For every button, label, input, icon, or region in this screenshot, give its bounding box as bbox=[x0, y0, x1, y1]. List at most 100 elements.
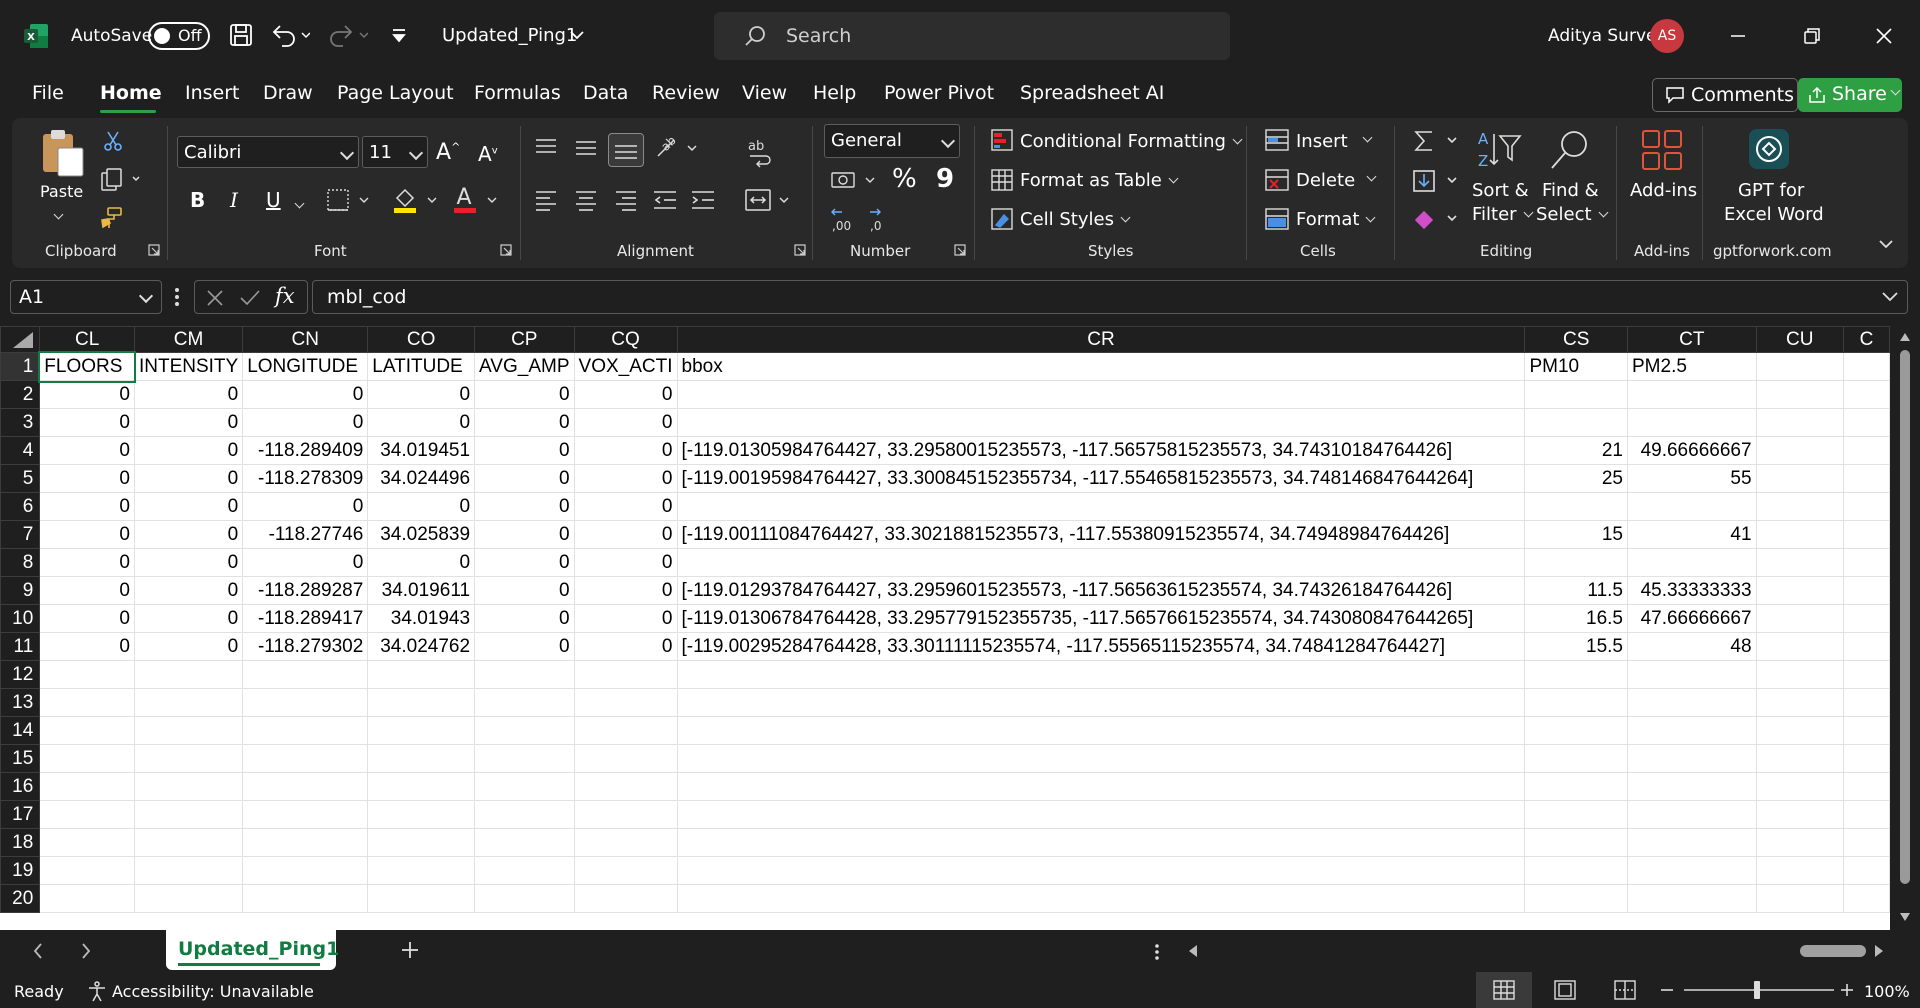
autosave-toggle[interactable]: Off bbox=[148, 22, 210, 50]
cell[interactable]: 0 bbox=[573, 492, 678, 521]
cell[interactable]: 0 bbox=[474, 576, 575, 605]
tab-formulas[interactable]: Formulas bbox=[474, 82, 561, 104]
cell[interactable]: LONGITUDE bbox=[242, 352, 369, 381]
gpt-for-excel-icon[interactable] bbox=[1748, 128, 1790, 170]
cell[interactable] bbox=[1755, 408, 1844, 437]
cell[interactable]: 0 bbox=[474, 436, 575, 465]
cell-styles-icon[interactable] bbox=[990, 207, 1014, 231]
cell[interactable] bbox=[1842, 772, 1890, 801]
cell[interactable] bbox=[1842, 744, 1890, 773]
format-painter-icon[interactable] bbox=[100, 206, 124, 230]
cell[interactable] bbox=[676, 828, 1526, 857]
gpt-label1[interactable]: GPT for bbox=[1738, 180, 1804, 201]
conditional-formatting-icon[interactable] bbox=[990, 128, 1014, 152]
cell[interactable] bbox=[1627, 688, 1757, 717]
insert-cells-icon[interactable] bbox=[1264, 128, 1290, 152]
cell[interactable]: 0 bbox=[242, 492, 369, 521]
cell[interactable]: 21 bbox=[1524, 436, 1628, 465]
row-header[interactable]: 20 bbox=[0, 884, 41, 913]
cell[interactable]: 0 bbox=[133, 520, 244, 549]
cell[interactable] bbox=[1627, 380, 1757, 409]
row-header[interactable]: 11 bbox=[0, 632, 41, 661]
cell[interactable]: 0 bbox=[474, 492, 575, 521]
cell[interactable] bbox=[1755, 884, 1844, 913]
cell[interactable] bbox=[367, 660, 476, 689]
cell[interactable] bbox=[367, 828, 476, 857]
cell[interactable] bbox=[1627, 492, 1757, 521]
tab-help[interactable]: Help bbox=[813, 82, 856, 104]
column-header[interactable]: CP bbox=[474, 326, 575, 353]
find-select-button[interactable]: Select bbox=[1536, 204, 1608, 225]
tab-page-layout[interactable]: Page Layout bbox=[337, 82, 454, 104]
cell[interactable] bbox=[676, 492, 1526, 521]
cell[interactable]: 55 bbox=[1627, 464, 1757, 493]
cell[interactable]: 0 bbox=[39, 436, 135, 465]
cell[interactable] bbox=[242, 800, 369, 829]
minimize-icon[interactable] bbox=[1728, 26, 1748, 46]
cell[interactable] bbox=[133, 660, 244, 689]
fill-icon[interactable] bbox=[1412, 168, 1458, 194]
cell[interactable]: 0 bbox=[573, 464, 678, 493]
share-button[interactable]: Share bbox=[1798, 78, 1902, 112]
cell[interactable] bbox=[367, 856, 476, 885]
cell[interactable] bbox=[1524, 380, 1628, 409]
cell[interactable] bbox=[242, 884, 369, 913]
cell[interactable]: 47.66666667 bbox=[1627, 604, 1757, 633]
find-select-icon[interactable] bbox=[1546, 128, 1592, 172]
cell[interactable] bbox=[242, 856, 369, 885]
row-header[interactable]: 17 bbox=[0, 800, 41, 829]
cell[interactable]: 0 bbox=[133, 492, 244, 521]
cell[interactable] bbox=[573, 716, 678, 745]
cell[interactable] bbox=[1755, 856, 1844, 885]
cell[interactable] bbox=[1755, 576, 1844, 605]
cell[interactable]: 0 bbox=[39, 464, 135, 493]
tab-review[interactable]: Review bbox=[652, 82, 720, 104]
row-header[interactable]: 14 bbox=[0, 716, 41, 745]
accessibility-status[interactable]: Accessibility: Unavailable bbox=[112, 982, 314, 1001]
cell[interactable] bbox=[474, 828, 575, 857]
cell[interactable]: 48 bbox=[1627, 632, 1757, 661]
cell[interactable] bbox=[676, 884, 1526, 913]
cell[interactable] bbox=[676, 856, 1526, 885]
decrease-indent-icon[interactable] bbox=[652, 188, 678, 212]
cell[interactable] bbox=[1627, 800, 1757, 829]
cell[interactable] bbox=[573, 828, 678, 857]
cell[interactable] bbox=[1627, 772, 1757, 801]
cell[interactable] bbox=[39, 856, 135, 885]
zoom-slider-thumb[interactable] bbox=[1754, 981, 1760, 999]
cell[interactable] bbox=[242, 688, 369, 717]
file-name[interactable]: Updated_Ping1 bbox=[442, 25, 577, 46]
cell[interactable] bbox=[39, 828, 135, 857]
cell[interactable] bbox=[1524, 660, 1628, 689]
column-header[interactable]: CO bbox=[367, 326, 476, 353]
cell[interactable]: -118.278309 bbox=[242, 464, 369, 493]
increase-decimal-icon[interactable]: ,00 bbox=[830, 204, 860, 234]
cell[interactable] bbox=[367, 716, 476, 745]
cell[interactable]: 0 bbox=[242, 380, 369, 409]
increase-font-size-icon[interactable]: A^ bbox=[436, 140, 460, 165]
format-cells-button[interactable]: Format bbox=[1296, 209, 1376, 230]
number-format-dropdown[interactable]: General bbox=[824, 124, 960, 158]
cell[interactable] bbox=[1842, 800, 1890, 829]
cell[interactable] bbox=[39, 744, 135, 773]
comments-button[interactable]: Comments bbox=[1652, 78, 1798, 112]
cell[interactable] bbox=[573, 688, 678, 717]
cell[interactable]: -118.279302 bbox=[242, 632, 369, 661]
format-as-table-icon[interactable] bbox=[990, 168, 1014, 192]
cell[interactable] bbox=[1524, 716, 1628, 745]
cell[interactable]: 15 bbox=[1524, 520, 1628, 549]
cell[interactable]: 0 bbox=[133, 436, 244, 465]
row-header[interactable]: 16 bbox=[0, 772, 41, 801]
tab-draw[interactable]: Draw bbox=[263, 82, 313, 104]
sheet-tab-active[interactable]: Updated_Ping1 bbox=[166, 930, 339, 970]
orientation-icon[interactable]: ab bbox=[654, 134, 700, 162]
cell[interactable]: LATITUDE bbox=[367, 352, 476, 381]
cell[interactable] bbox=[1524, 884, 1628, 913]
cell[interactable] bbox=[133, 772, 244, 801]
cell[interactable] bbox=[367, 800, 476, 829]
cell[interactable]: 0 bbox=[474, 464, 575, 493]
align-center-icon[interactable] bbox=[574, 188, 598, 212]
cell[interactable] bbox=[242, 660, 369, 689]
paste-label[interactable]: Paste bbox=[40, 182, 83, 201]
close-icon[interactable] bbox=[1874, 26, 1894, 46]
